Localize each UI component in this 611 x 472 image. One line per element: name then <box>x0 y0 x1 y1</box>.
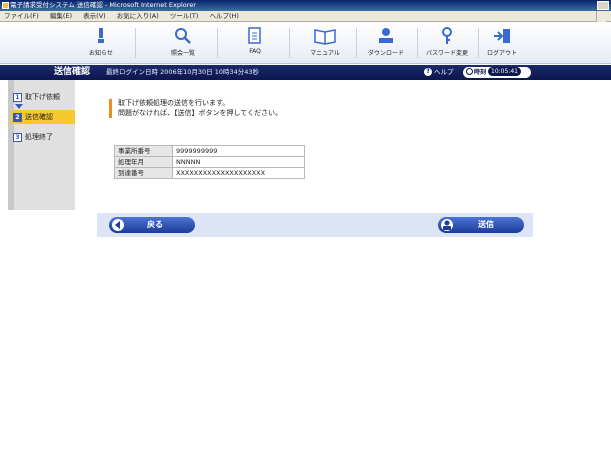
ie-icon <box>2 2 9 9</box>
send-button-label: 送信 <box>478 220 494 229</box>
action-button-bar: 戻る 送信 <box>97 213 533 237</box>
step-number: 3 <box>13 133 22 142</box>
process-month-value: NNNNN <box>172 156 305 168</box>
clock-label: 時刻 <box>474 69 487 76</box>
menu-bar: ファイル(F) 編集(E) 表示(V) お気に入り(A) ツール(T) ヘルプ(… <box>0 11 611 22</box>
logout-button[interactable]: ログアウト <box>473 25 531 61</box>
notice-button[interactable]: お知らせ <box>72 25 130 61</box>
menu-edit[interactable]: 編集(E) <box>50 12 72 20</box>
message-line-1: 取下げ依頼処理の送信を行います。 <box>118 99 230 107</box>
table-row: 処理年月 NNNNN <box>114 156 305 168</box>
clock-display: 時刻 10:05:41 <box>463 67 531 78</box>
page-title: 送信確認 <box>54 67 91 77</box>
notice-label: お知らせ <box>89 50 113 57</box>
back-arrow-icon <box>112 219 124 231</box>
logout-icon <box>494 29 510 43</box>
process-month-label: 処理年月 <box>114 156 173 168</box>
step-label: 処理終了 <box>25 133 53 141</box>
menu-help[interactable]: ヘルプ(H) <box>210 12 239 20</box>
arrival-number-label: 到達番号 <box>114 167 173 179</box>
back-button[interactable]: 戻る <box>109 217 195 233</box>
step-navigation: 1 取下げ依頼 2 送信確認 3 処理終了 <box>8 80 75 210</box>
menu-tools[interactable]: ツール(T) <box>170 12 199 20</box>
password-change-button[interactable]: パスワード変更 <box>418 25 476 61</box>
notice-icon <box>98 28 104 43</box>
arrival-number-value: XXXXXXXXXXXXXXXXXXXX <box>172 167 305 179</box>
manual-button[interactable]: マニュアル <box>296 25 354 61</box>
clock-time: 10:05:41 <box>488 67 521 76</box>
download-button[interactable]: ダウンロード <box>357 25 415 61</box>
step-number: 1 <box>13 93 22 102</box>
step-arrow-icon <box>15 104 23 109</box>
faq-button[interactable]: FAQ <box>226 25 284 61</box>
menu-favorites[interactable]: お気に入り(A) <box>117 12 159 20</box>
manual-icon <box>314 29 336 45</box>
office-number-value: 9999999999 <box>172 145 305 157</box>
table-row: 事業所番号 9999999999 <box>114 145 305 157</box>
step-label: 取下げ依頼 <box>25 93 60 101</box>
inquiry-list-label: 照会一覧 <box>170 50 195 57</box>
office-number-label: 事業所番号 <box>114 145 173 157</box>
faq-icon <box>248 27 261 44</box>
faq-label: FAQ <box>249 48 261 55</box>
step-item-complete: 3 処理終了 <box>11 130 53 144</box>
logout-label: ログアウト <box>486 50 517 57</box>
table-row: 到達番号 XXXXXXXXXXXXXXXXXXXX <box>114 167 305 179</box>
inquiry-list-button[interactable]: 照会一覧 <box>154 25 212 61</box>
step-number: 2 <box>13 113 22 122</box>
help-link[interactable]: ? ヘルプ <box>424 68 454 77</box>
browser-logo <box>596 11 606 22</box>
app-toolbar: お知らせ 照会一覧 FAQ マニュアル ダウンロード パスワード変更 ログアウト <box>0 22 611 64</box>
step-label: 送信確認 <box>25 113 53 121</box>
send-button[interactable]: 送信 <box>438 217 524 233</box>
menu-view[interactable]: 表示(V) <box>83 12 106 20</box>
search-icon <box>175 28 191 44</box>
menu-file[interactable]: ファイル(F) <box>4 12 39 20</box>
window-controls[interactable] <box>597 1 609 10</box>
password-icon <box>442 27 452 44</box>
window-title-bar: 電子請求受付システム 送信確認 - Microsoft Internet Exp… <box>0 0 611 11</box>
request-info-table: 事業所番号 9999999999 処理年月 NNNNN 到達番号 XXXXXXX… <box>114 145 305 179</box>
manual-label: マニュアル <box>310 50 340 57</box>
instruction-message: 取下げ依頼処理の送信を行います。 問題がなければ、【送信】ボタンを押してください… <box>118 98 282 118</box>
help-label: ヘルプ <box>434 68 454 76</box>
download-label: ダウンロード <box>367 50 404 57</box>
message-line-2: 問題がなければ、【送信】ボタンを押してください。 <box>118 109 283 117</box>
password-change-label: パスワード変更 <box>425 50 468 57</box>
message-accent-bar <box>109 99 112 118</box>
window-title: 電子請求受付システム 送信確認 - Microsoft Internet Exp… <box>10 1 196 9</box>
back-button-label: 戻る <box>147 220 163 229</box>
last-login: 最終ログイン日時 2006年10月30日 10時34分43秒 <box>106 68 260 76</box>
send-user-icon <box>441 219 453 231</box>
step-item-send-confirm: 2 送信確認 <box>11 110 75 124</box>
help-icon: ? <box>424 68 432 76</box>
step-item-cancel-request: 1 取下げ依頼 <box>11 90 60 104</box>
clock-icon <box>466 68 473 75</box>
header-band: 送信確認 最終ログイン日時 2006年10月30日 10時34分43秒 ? ヘルプ… <box>0 65 611 80</box>
download-icon <box>379 28 393 43</box>
